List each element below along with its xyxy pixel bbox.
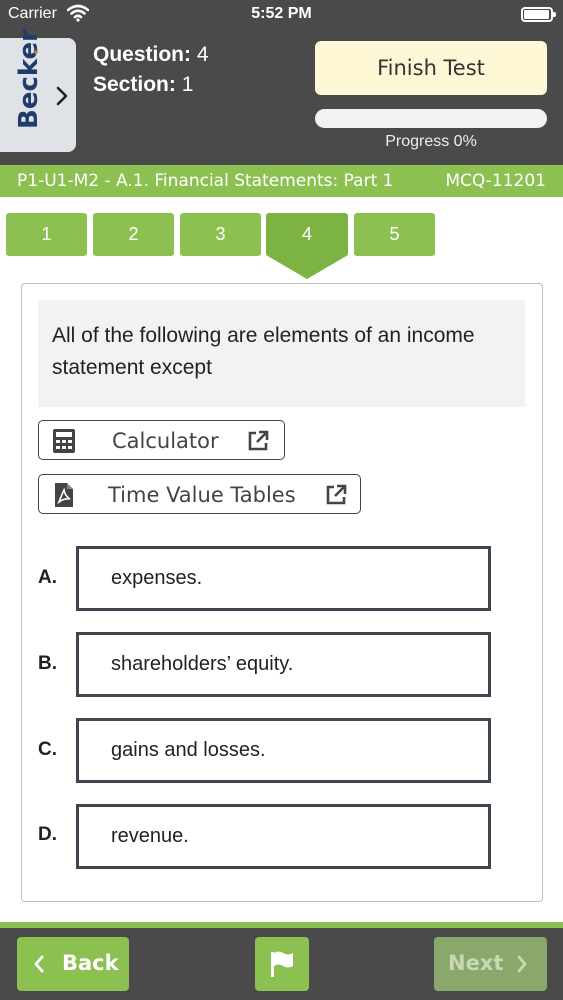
option-a-button[interactable]: expenses. [76,546,491,611]
back-label: Back [62,951,119,975]
tab-question-1[interactable]: 1 [6,213,87,256]
tab-question-3[interactable]: 3 [180,213,261,256]
section-number: 1 [181,73,194,96]
chevron-right-icon [56,86,68,106]
pdf-icon [55,483,73,507]
chevron-left-icon [34,955,44,973]
chevron-right-icon [517,955,527,973]
topic-bar: P1-U1-M2 - A.1. Financial Statements: Pa… [0,165,563,197]
becker-logo: Becker [14,29,44,129]
flag-question-button[interactable] [255,937,309,991]
external-link-icon [326,484,347,505]
option-d-letter: D. [38,824,57,845]
progress-bar [315,109,547,128]
active-tab-pointer [266,255,348,279]
option-d-button[interactable]: revenue. [76,804,491,869]
option-a-letter: A. [38,567,57,588]
tab-question-5[interactable]: 5 [354,213,435,256]
time-value-tables-button[interactable]: Time Value Tables [38,474,361,514]
question-number: 4 [196,43,209,66]
option-c-letter: C. [38,739,57,760]
plus-icon: + [33,48,39,59]
becker-sidebar-tab[interactable]: Becker + [0,29,76,152]
progress-label: Progress 0% [385,133,477,150]
option-c-button[interactable]: gains and losses. [76,718,491,783]
next-label: Next [448,951,504,975]
status-bar: Carrier 5:52 PM [0,0,563,30]
calculator-button[interactable]: Calculator [38,420,285,460]
finish-test-button[interactable]: Finish Test [315,41,547,95]
question-id: MCQ-11201 [445,171,546,191]
question-label: Question: [93,43,191,66]
section-number-row: Section: 1 [93,70,209,100]
header: Becker + Question: 4 Section: 1 Finish T… [0,29,563,165]
topic-title: P1-U1-M2 - A.1. Financial Statements: Pa… [17,171,394,191]
section-label: Section: [93,73,176,96]
question-number-row: Question: 4 [93,40,209,70]
question-stem: All of the following are elements of an … [38,300,525,407]
clock: 5:52 PM [251,5,312,22]
option-b-letter: B. [38,653,57,674]
next-button[interactable]: Next [434,937,547,991]
calculator-icon [53,429,75,453]
battery-icon [521,7,556,22]
option-b-button[interactable]: shareholders’ equity. [76,632,491,697]
tab-question-2[interactable]: 2 [93,213,174,256]
flag-icon [271,951,293,977]
question-info: Question: 4 Section: 1 [93,40,209,100]
time-value-tables-label: Time Value Tables [108,483,296,507]
back-button[interactable]: Back [17,937,129,991]
tab-question-4[interactable]: 4 [266,213,348,256]
external-link-icon [248,430,269,451]
calculator-label: Calculator [112,429,219,453]
footer-bar: Back Next [0,928,563,1000]
